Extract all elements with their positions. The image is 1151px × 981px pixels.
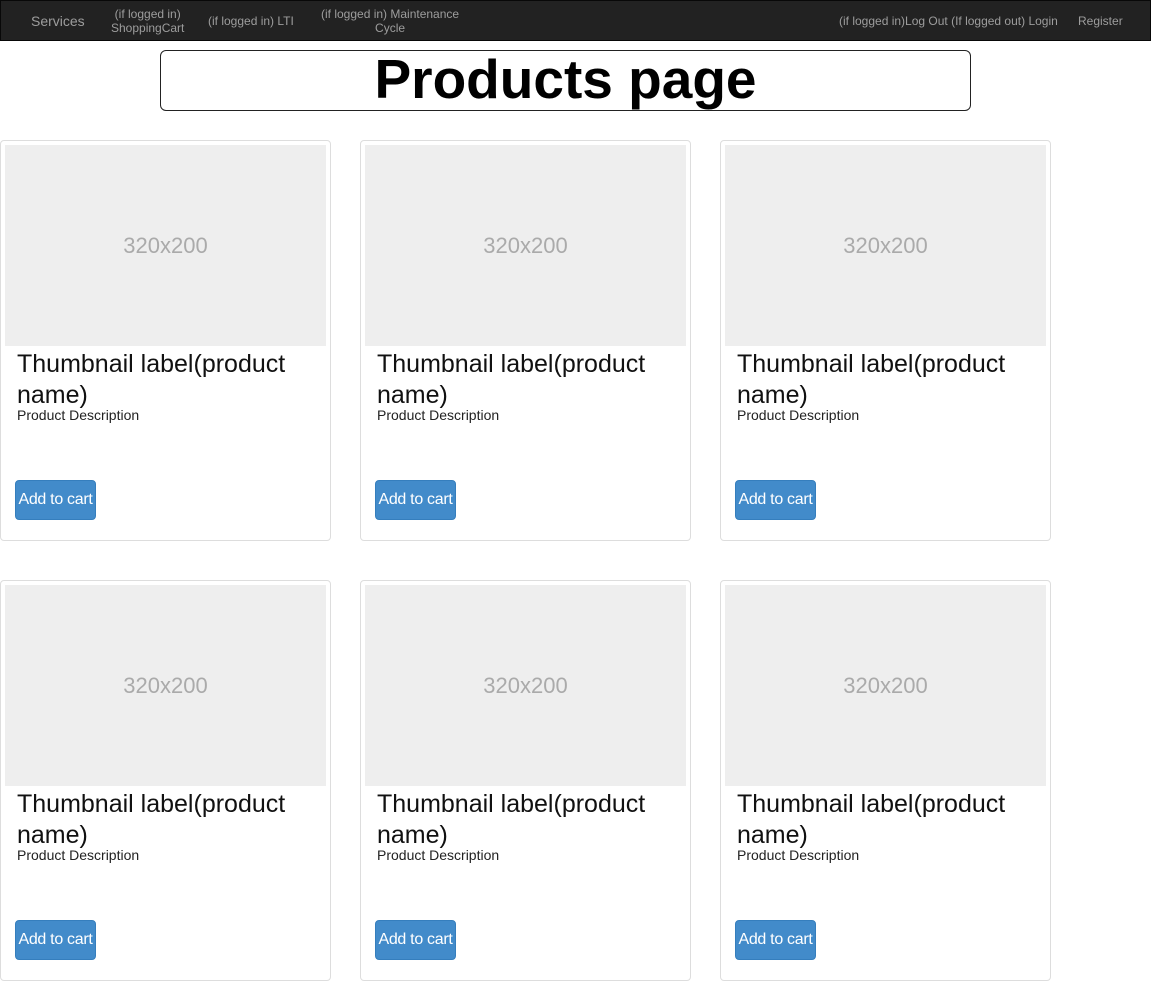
add-to-cart-button[interactable]: Add to cart xyxy=(735,920,816,960)
product-description: Product Description xyxy=(737,407,860,423)
add-to-cart-button[interactable]: Add to cart xyxy=(735,480,816,520)
nav-link-line: (if logged in) LTI xyxy=(208,14,294,28)
nav-link-line: (if logged in) Maintenance xyxy=(321,7,460,21)
product-name: Thumbnail label(product name) xyxy=(737,350,1006,409)
product-description: Product Description xyxy=(377,407,500,423)
top-navbar: Services (if logged in) ShoppingCart (if… xyxy=(0,0,1151,41)
product-description: Product Description xyxy=(17,407,140,423)
product-image-placeholder: 320x200 xyxy=(5,145,326,346)
product-thumbnail: 320x200 Thumbnail label(product name) Pr… xyxy=(0,140,331,541)
nav-brand-services[interactable]: Services xyxy=(31,14,85,28)
product-image-placeholder: 320x200 xyxy=(365,585,686,786)
product-name: Thumbnail label(product name) xyxy=(737,790,1006,849)
product-description: Product Description xyxy=(737,847,860,863)
product-description: Product Description xyxy=(17,847,140,863)
nav-link-line: ShoppingCart xyxy=(111,21,185,35)
product-thumbnail: 320x200 Thumbnail label(product name) Pr… xyxy=(360,580,691,981)
add-to-cart-button[interactable]: Add to cart xyxy=(15,920,96,960)
nav-link-lti[interactable]: (if logged in) LTI xyxy=(208,14,294,28)
nav-link-shopping-cart[interactable]: (if logged in) ShoppingCart xyxy=(111,7,184,35)
product-image-placeholder: 320x200 xyxy=(725,145,1046,346)
nav-link-maintenance-cycle[interactable]: (if logged in) Maintenance Cycle xyxy=(321,7,459,35)
product-name: Thumbnail label(product name) xyxy=(17,350,286,409)
product-thumbnail: 320x200 Thumbnail label(product name) Pr… xyxy=(0,580,331,981)
add-to-cart-button[interactable]: Add to cart xyxy=(375,480,456,520)
product-thumbnail: 320x200 Thumbnail label(product name) Pr… xyxy=(720,580,1051,981)
product-image-placeholder: 320x200 xyxy=(5,585,326,786)
product-name: Thumbnail label(product name) xyxy=(377,350,646,409)
product-name: Thumbnail label(product name) xyxy=(17,790,286,849)
page-title-box: Products page xyxy=(160,50,971,111)
product-description: Product Description xyxy=(377,847,500,863)
nav-link-register[interactable]: Register xyxy=(1078,14,1123,28)
add-to-cart-button[interactable]: Add to cart xyxy=(15,480,96,520)
page-title: Products page xyxy=(374,50,757,110)
product-image-placeholder: 320x200 xyxy=(725,585,1046,786)
add-to-cart-button[interactable]: Add to cart xyxy=(375,920,456,960)
nav-link-logout-login[interactable]: (if logged in)Log Out (If logged out) Lo… xyxy=(839,14,1058,28)
nav-link-line: Cycle xyxy=(375,21,406,35)
product-image-placeholder: 320x200 xyxy=(365,145,686,346)
nav-link-line: (if logged in) xyxy=(114,7,181,21)
product-thumbnail: 320x200 Thumbnail label(product name) Pr… xyxy=(360,140,691,541)
product-name: Thumbnail label(product name) xyxy=(377,790,646,849)
product-thumbnail: 320x200 Thumbnail label(product name) Pr… xyxy=(720,140,1051,541)
